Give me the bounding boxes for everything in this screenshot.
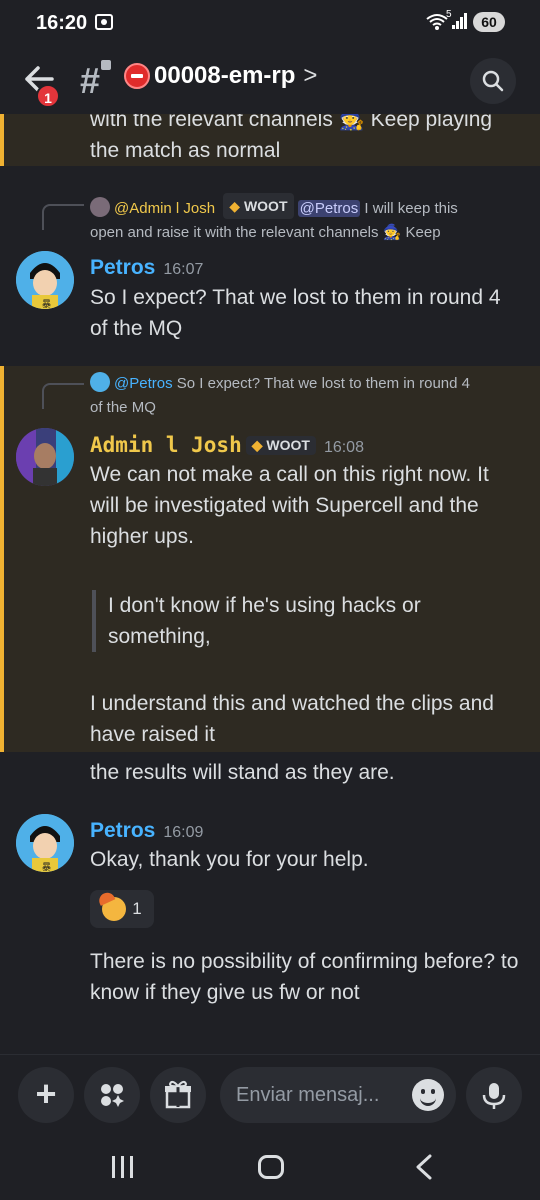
apps-button[interactable] — [84, 1067, 140, 1123]
reply-author: @Admin l Josh — [114, 200, 216, 217]
role-tag: ◆ WOOT — [245, 436, 316, 455]
microphone-icon — [482, 1083, 506, 1109]
voice-message-button[interactable] — [466, 1067, 522, 1123]
gem-icon: ◆ — [229, 198, 241, 214]
gift-button[interactable] — [150, 1067, 206, 1123]
message-author[interactable]: Petros 16:07 — [90, 256, 203, 280]
message-time: 16:09 — [163, 824, 204, 841]
message-author[interactable]: Petros 16:09 — [90, 819, 203, 843]
message-composer: + — [0, 1054, 540, 1134]
reply-connector — [42, 383, 84, 409]
unread-badge: 1 — [36, 84, 60, 108]
message-time: 16:07 — [163, 261, 204, 278]
system-nav-bar — [0, 1134, 540, 1200]
message-text: There is no possibility of confirming be… — [90, 950, 519, 1004]
message-text: with the relevant channels 🧙 Keep playin… — [90, 114, 493, 162]
plus-icon: + — [35, 1073, 57, 1114]
message-text: We can not make a call on this right now… — [90, 463, 489, 548]
channel-title-button[interactable]: 00008-em-rp > — [124, 62, 317, 90]
message-list[interactable]: with the relevant channels 🧙 Keep playin… — [0, 114, 540, 1054]
search-icon — [482, 70, 504, 92]
message-input-wrapper — [220, 1067, 456, 1123]
avatar[interactable] — [16, 428, 74, 486]
apps-icon — [101, 1084, 124, 1107]
message-quote: I don't know if he's using hacks or some… — [92, 590, 512, 652]
reaction-button[interactable]: 1 — [90, 890, 154, 928]
avatar[interactable]: 暴 — [16, 251, 74, 309]
hash-icon: # — [80, 60, 101, 101]
reply-connector — [42, 204, 84, 230]
message-author[interactable]: Admin l Josh ◆ WOOT 16:08 — [90, 433, 364, 457]
search-button[interactable] — [470, 58, 516, 104]
message-text: I understand this and watched the clips … — [90, 692, 494, 746]
reaction-count: 1 — [132, 899, 142, 918]
reply-preview[interactable]: @Petros So I expect? That we lost to the… — [90, 372, 520, 420]
message-text: Okay, thank you for your help. — [90, 848, 369, 871]
battery-indicator: 60 — [473, 12, 505, 32]
wifi-icon: 5 — [426, 9, 452, 36]
reply-author: @Petros — [114, 375, 173, 392]
system-back-button[interactable] — [414, 1154, 434, 1185]
gift-icon — [165, 1080, 191, 1109]
channel-header: 1 # 00008-em-rp > — [0, 46, 540, 114]
channel-name: 00008-em-rp — [154, 62, 296, 89]
emoji-icon[interactable] — [412, 1079, 444, 1111]
gem-icon: ◆ — [251, 437, 263, 453]
recent-apps-button[interactable] — [110, 1156, 136, 1178]
message-text: the results will stand as they are. — [90, 761, 395, 784]
stop-sign-icon — [124, 63, 150, 89]
message-text: So I expect? That we lost to them in rou… — [90, 286, 501, 340]
add-attachment-button[interactable]: + — [18, 1067, 74, 1123]
signal-icon — [452, 13, 468, 29]
message-time: 16:08 — [323, 439, 364, 456]
status-time: 16:20 — [36, 12, 88, 34]
reply-avatar — [90, 197, 110, 217]
svg-text:暴: 暴 — [42, 299, 51, 309]
chevron-right-icon: > — [303, 62, 318, 89]
status-bar: 16:20 5 60 — [0, 0, 540, 46]
role-tag: ◆ WOOT — [223, 193, 294, 219]
chevron-left-icon — [416, 1154, 432, 1180]
message-input[interactable] — [236, 1081, 396, 1109]
screen-record-icon — [95, 14, 113, 30]
mention[interactable]: @Petros — [297, 200, 361, 217]
salute-emoji-icon — [102, 897, 127, 921]
lock-icon — [101, 60, 111, 70]
svg-text:暴: 暴 — [42, 862, 51, 872]
reply-avatar — [90, 372, 110, 392]
home-button[interactable] — [258, 1155, 284, 1179]
avatar[interactable]: 暴 — [16, 814, 74, 872]
reply-preview[interactable]: @Admin l Josh ◆ WOOT @Petros I will keep… — [90, 193, 520, 245]
